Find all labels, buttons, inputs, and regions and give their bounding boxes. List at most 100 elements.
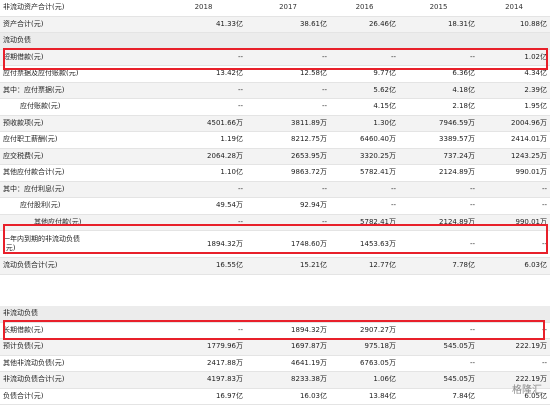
value-cell: -- (399, 49, 478, 66)
table-row: 短期借款(元)--------1.02亿5800.00万 (0, 49, 550, 66)
value-cell: 8212.75万 (246, 131, 330, 149)
spacer-cell (85, 49, 161, 66)
spacer-cell (85, 16, 161, 33)
value-cell: -- (161, 214, 246, 231)
table-row: 应付票据及应付账款(元)13.42亿12.58亿9.77亿6.36亿4.34亿2… (0, 65, 550, 83)
value-cell: 1.19亿 (161, 131, 246, 149)
value-cell: 6460.40万 (330, 131, 399, 149)
value-cell: 5.62亿 (330, 82, 399, 99)
year-header: 2016 (330, 0, 399, 17)
value-cell: -- (161, 181, 246, 198)
value-cell: 13.42亿 (161, 65, 246, 83)
spacer-cell (85, 115, 161, 132)
spacer-cell (85, 197, 161, 215)
table-row: 资产合计(元)41.33亿38.61亿26.46亿18.31亿10.88亿7.9… (0, 16, 550, 33)
value-cell: 222.19万 (478, 338, 550, 356)
spacer-cell (85, 65, 161, 83)
value-cell: 13.84亿 (330, 388, 399, 405)
value-cell: 1.02亿 (478, 49, 550, 66)
value-cell: 18.31亿 (399, 16, 478, 33)
value-cell: 92.94万 (246, 197, 330, 215)
value-cell (161, 32, 246, 50)
row-label: 其中：应付票据(元) (0, 82, 85, 99)
row-label: 流动负债合计(元) (0, 257, 85, 275)
value-cell: -- (478, 197, 550, 215)
value-cell: 1697.87万 (246, 338, 330, 356)
row-label: 预计负债(元) (0, 338, 85, 356)
value-cell: 1.10亿 (161, 164, 246, 182)
table-row: 应付股利(元)49.54万92.94万-------- (0, 197, 550, 215)
value-cell: 16.97亿 (161, 388, 246, 405)
value-cell: 7.78亿 (399, 257, 478, 275)
value-cell: 1748.60万 (246, 230, 330, 258)
value-cell: -- (330, 181, 399, 198)
row-label: 负债合计(元) (0, 388, 85, 405)
value-cell: 15.21亿 (246, 257, 330, 275)
row-label: 其中：应付利息(元) (0, 181, 85, 198)
row-label: 应付职工薪酬(元) (0, 131, 85, 149)
value-cell: 12.58亿 (246, 65, 330, 83)
value-cell: 4197.83万 (161, 371, 246, 389)
value-cell: -- (330, 197, 399, 215)
spacer-cell (85, 131, 161, 149)
value-cell: 2653.95万 (246, 148, 330, 165)
table-row: 流动负债 (0, 32, 550, 50)
value-cell: 2.18亿 (399, 98, 478, 116)
value-cell (399, 306, 478, 323)
table-row: 其他非流动负债(元)2417.88万4641.19万6763.05万------ (0, 355, 550, 372)
value-cell: -- (478, 322, 550, 339)
table-row: 非流动负债 (0, 306, 550, 323)
value-cell: -- (161, 49, 246, 66)
spacer-cell (85, 32, 161, 50)
value-cell: 8233.38万 (246, 371, 330, 389)
value-cell: 975.18万 (330, 338, 399, 356)
value-cell: -- (399, 181, 478, 198)
value-cell: -- (161, 322, 246, 339)
value-cell: -- (246, 49, 330, 66)
spacer-cell (85, 388, 161, 405)
value-cell: 4.18亿 (399, 82, 478, 99)
value-cell (330, 32, 399, 50)
value-cell: -- (330, 49, 399, 66)
year-header: 2017 (246, 0, 330, 17)
spacer-cell (85, 214, 161, 231)
year-header: 2014 (478, 0, 550, 17)
value-cell (161, 306, 246, 323)
value-cell: -- (161, 82, 246, 99)
value-cell: 2417.88万 (161, 355, 246, 372)
table-row: 应交税费(元) 2064.28万 2653.95万 3320.25万 737.24万 12… (0, 148, 550, 165)
value-cell: 990.01万 (478, 214, 550, 231)
value-cell: 2004.96万 (478, 115, 550, 132)
value-cell: -- (478, 230, 550, 258)
row-label: 流动负债 (0, 32, 85, 50)
row-label: 非流动资产合计(元) (0, 0, 85, 17)
value-cell (246, 306, 330, 323)
spacer-cell (85, 371, 161, 389)
table-row: 负债合计(元)16.97亿16.03亿13.84亿7.84亿6.05亿4.14亿 (0, 388, 550, 405)
value-cell: 5782.41万 (330, 164, 399, 182)
table-row: 预计负债(元) 1779.96万 1697.87万 975.18万 545.05万 222… (0, 338, 550, 356)
value-cell: -- (161, 98, 246, 116)
value-cell: 545.05万 (399, 338, 478, 356)
value-cell: 737.24万 (399, 148, 478, 165)
value-cell: 2124.89万 (399, 214, 478, 231)
value-cell: 7946.59万 (399, 115, 478, 132)
value-cell: 1.95亿 (478, 98, 550, 116)
spacer-cell (85, 181, 161, 198)
value-cell (330, 306, 399, 323)
value-cell: 2064.28万 (161, 148, 246, 165)
value-cell: -- (478, 181, 550, 198)
value-cell (478, 32, 550, 50)
table-row: 非流动资产合计(元)201820172016201520142013 (0, 0, 550, 17)
row-label: 长期借款(元) (0, 322, 85, 339)
table-row: 长期借款(元)--1894.32万2907.27万------ (0, 322, 550, 339)
row-label: 其他非流动负债(元) (0, 355, 85, 372)
row-label: 应付票据及应付账款(元) (0, 65, 85, 83)
value-cell: 990.01万 (478, 164, 550, 182)
value-cell: -- (246, 181, 330, 198)
value-cell: 1.06亿 (330, 371, 399, 389)
value-cell: 2907.27万 (330, 322, 399, 339)
row-label: 短期借款(元) (0, 49, 85, 66)
value-cell (246, 32, 330, 50)
year-header: 2015 (399, 0, 478, 17)
